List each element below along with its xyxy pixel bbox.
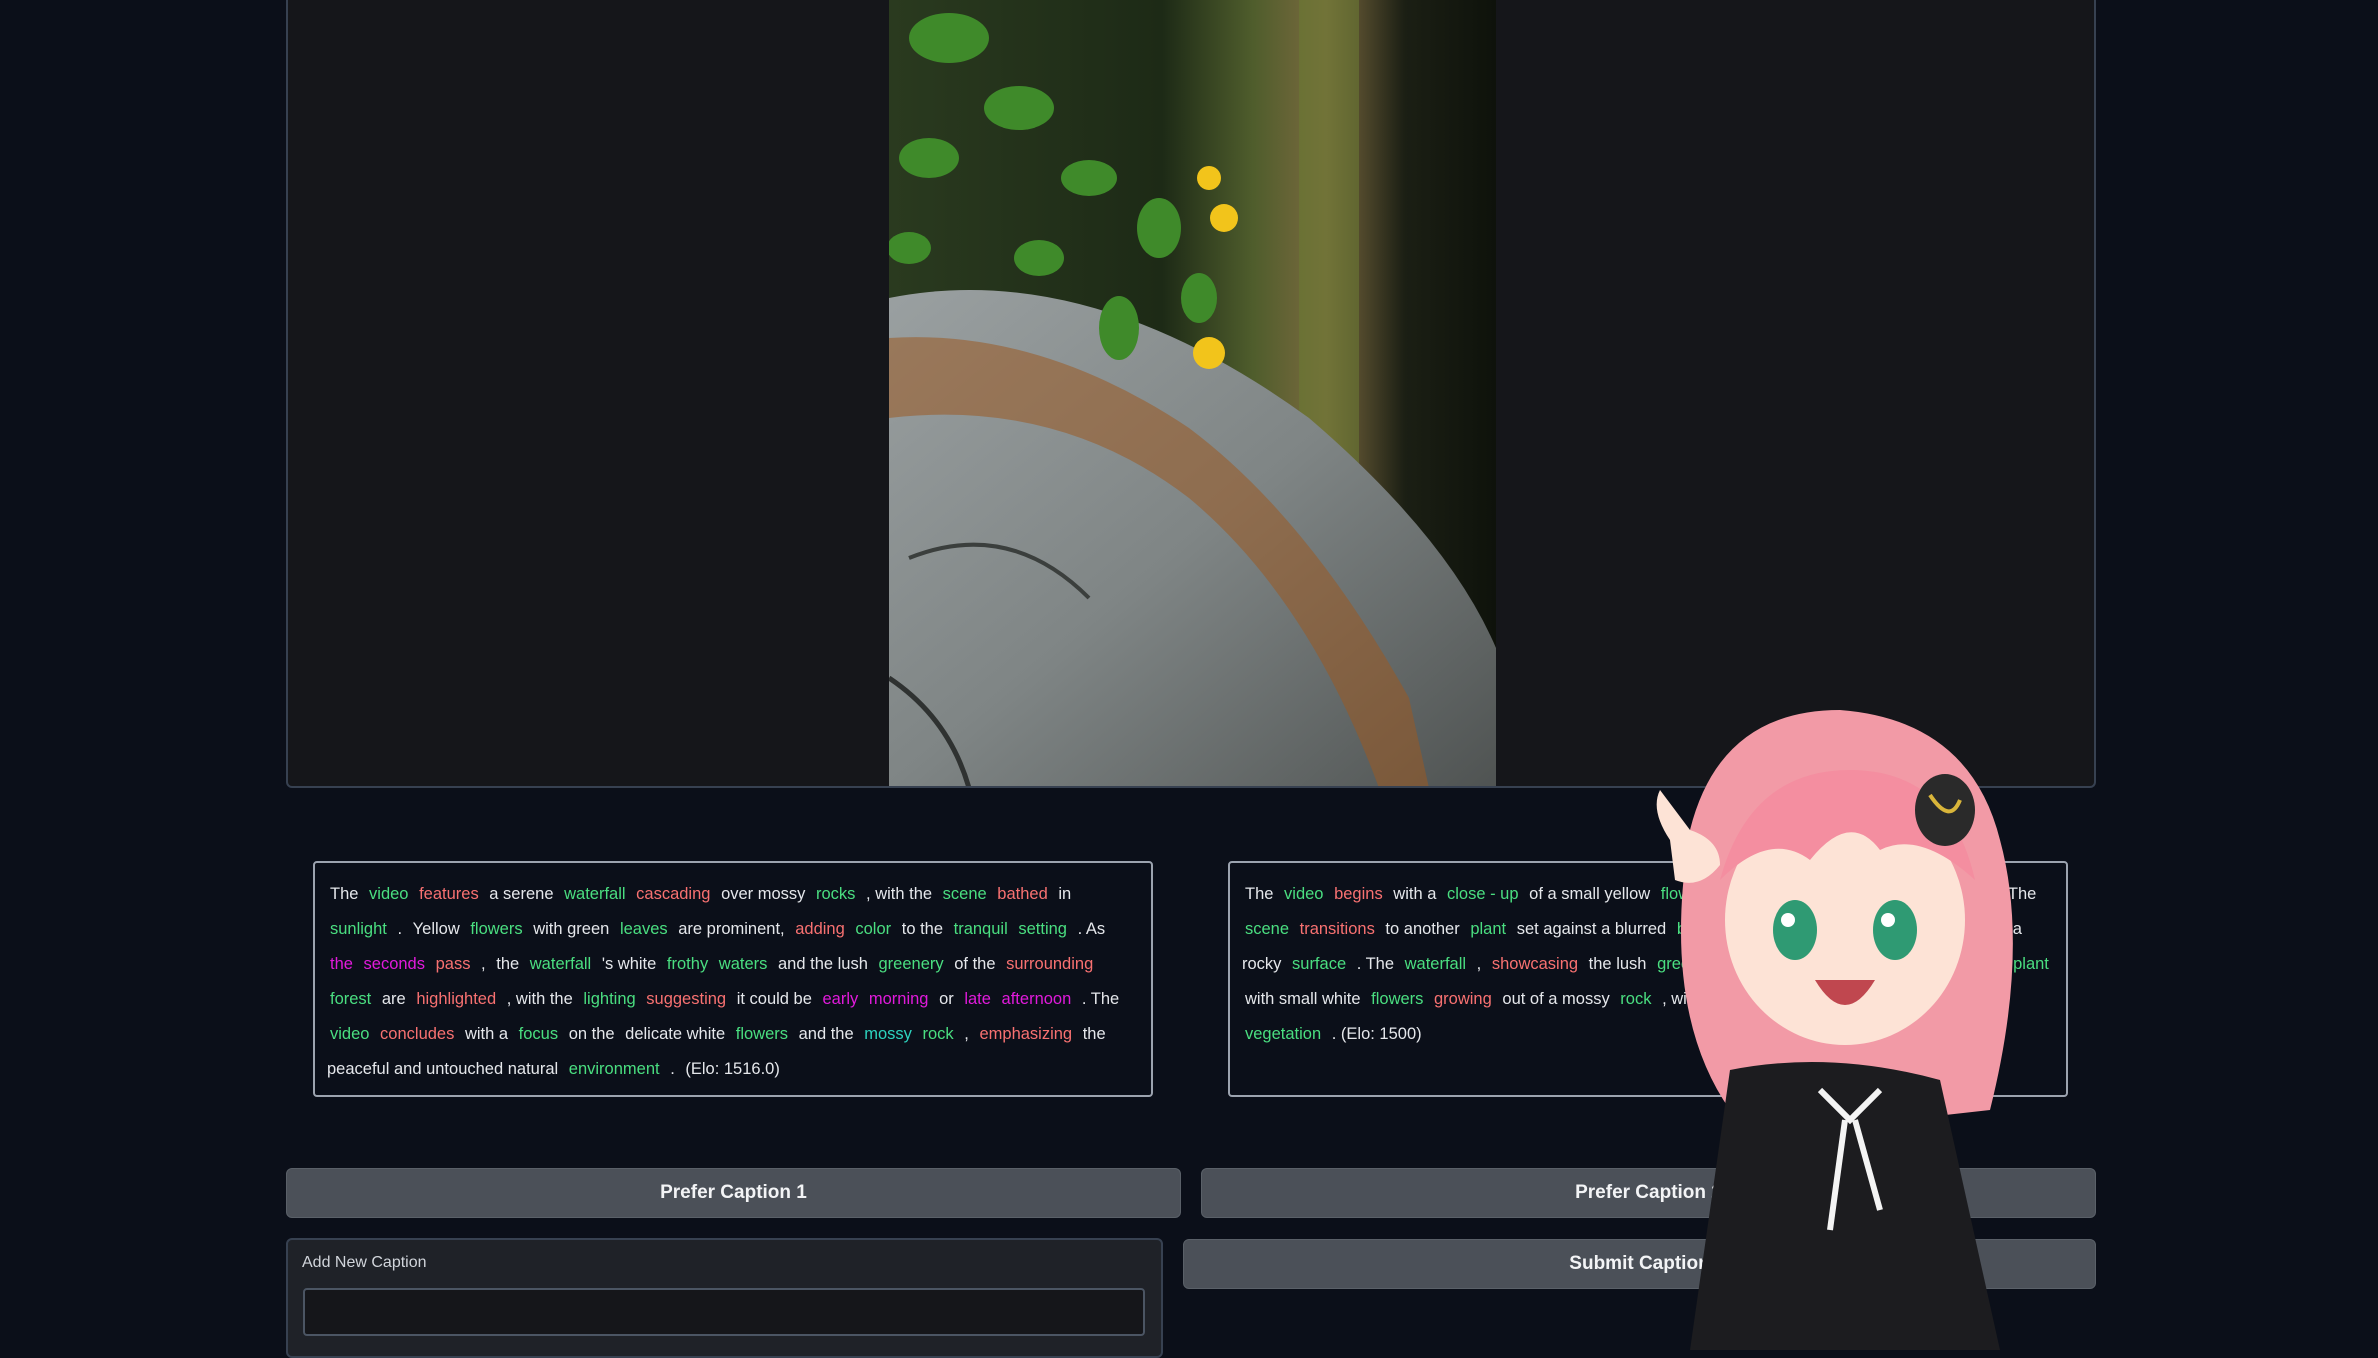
caption-token: forest	[330, 990, 372, 1008]
caption-token: pass	[435, 955, 471, 973]
caption-token: in	[1058, 885, 1072, 903]
caption-token: color	[855, 920, 892, 938]
caption-token: lighting	[583, 990, 636, 1008]
mascot-image	[1656, 710, 2013, 1350]
caption-token: waters	[718, 955, 768, 973]
caption-token: sunlight	[330, 920, 387, 938]
caption-token: plant	[1470, 920, 1507, 938]
caption-token: on the	[568, 1025, 615, 1043]
caption-token: surrounding	[1006, 955, 1094, 973]
caption-token: showcasing	[1491, 955, 1579, 973]
caption-token: vegetation	[1245, 1025, 1322, 1043]
caption-token: rock	[922, 1025, 954, 1043]
caption-token: highlighted	[416, 990, 497, 1008]
caption-token: begins	[1334, 885, 1383, 903]
caption-token: the	[496, 955, 520, 973]
caption-token: (Elo: 1516.0)	[685, 1060, 780, 1078]
caption-token: adding	[795, 920, 845, 938]
caption-token: .	[397, 920, 403, 938]
caption-token: and the lush	[778, 955, 868, 973]
caption-token: flowers	[735, 1025, 788, 1043]
caption-token: leaves	[619, 920, 668, 938]
caption-token: , with the	[506, 990, 573, 1008]
caption-token: morning	[868, 990, 929, 1008]
caption-token: mossy	[864, 1025, 912, 1043]
caption-token: growing	[1434, 990, 1492, 1008]
add-caption-panel: Add New Caption	[286, 1238, 1163, 1358]
caption-token: the	[330, 955, 353, 973]
anime-mascot-overlay	[1580, 690, 2080, 1350]
caption-token: late	[964, 990, 991, 1008]
caption-token: of the	[954, 955, 996, 973]
caption-token: focus	[518, 1025, 559, 1043]
caption-token: transitions	[1299, 920, 1375, 938]
caption-token: frothy	[666, 955, 709, 973]
caption-token: suggesting	[646, 990, 727, 1008]
caption-token: ,	[1476, 955, 1482, 973]
caption-token: over mossy	[721, 885, 806, 903]
caption-token: , with the	[866, 885, 933, 903]
caption-token: emphasizing	[979, 1025, 1073, 1043]
caption-token: to the	[901, 920, 944, 938]
caption-token: a serene	[489, 885, 554, 903]
caption-token: video	[1284, 885, 1324, 903]
caption-token: are prominent,	[678, 920, 785, 938]
caption-token: concludes	[380, 1025, 455, 1043]
caption-token: tranquil	[953, 920, 1008, 938]
caption-token: cascading	[636, 885, 711, 903]
caption-token: features	[419, 885, 479, 903]
caption-token: or	[939, 990, 954, 1008]
caption-token: and the	[798, 1025, 854, 1043]
caption-token: The	[330, 885, 359, 903]
caption-token: scene	[942, 885, 987, 903]
caption-token: seconds	[363, 955, 425, 973]
caption-token: greenery	[878, 955, 944, 973]
caption-token: . The	[1356, 955, 1395, 973]
caption-token: The	[1245, 885, 1274, 903]
caption-token: with small white	[1245, 990, 1361, 1008]
caption-token: bathed	[997, 885, 1048, 903]
caption-token: with a	[1393, 885, 1437, 903]
caption-token: close - up	[1447, 885, 1519, 903]
caption-token: scene	[1245, 920, 1290, 938]
caption-token: flowers	[1371, 990, 1424, 1008]
caption-token: waterfall	[1404, 955, 1467, 973]
caption-token: surface	[1292, 955, 1347, 973]
caption-token: it could be	[736, 990, 812, 1008]
caption-token: video	[330, 1025, 370, 1043]
caption-token: . As	[1077, 920, 1106, 938]
caption-token: are	[381, 990, 406, 1008]
video-image	[889, 0, 1496, 786]
add-caption-input[interactable]	[303, 1288, 1145, 1336]
prefer-caption-1-button[interactable]: Prefer Caption 1	[286, 1168, 1181, 1218]
add-caption-label: Add New Caption	[302, 1254, 427, 1271]
caption-token: 's white	[601, 955, 657, 973]
caption-token: ,	[964, 1025, 969, 1043]
caption-token: Yellow	[412, 920, 460, 938]
caption-token: rocks	[816, 885, 856, 903]
caption-token: with green	[533, 920, 610, 938]
caption-token: afternoon	[1001, 990, 1072, 1008]
caption-token: to another	[1385, 920, 1460, 938]
caption-token: delicate white	[625, 1025, 726, 1043]
video-frame[interactable]	[889, 0, 1496, 786]
caption-1-box: The video features a serene waterfall ca…	[313, 861, 1153, 1097]
caption-token: . (Elo: 1500)	[1331, 1025, 1422, 1043]
caption-token: environment	[568, 1060, 660, 1078]
caption-token: .	[670, 1060, 675, 1078]
video-panel	[286, 0, 2096, 788]
caption-token: early	[822, 990, 859, 1008]
caption-token: ,	[481, 955, 486, 973]
caption-token: waterfall	[529, 955, 592, 973]
caption-token: setting	[1018, 920, 1067, 938]
caption-token: with a	[464, 1025, 509, 1043]
caption-token: waterfall	[564, 885, 626, 903]
caption-token: flowers	[470, 920, 523, 938]
caption-token: . The	[1081, 990, 1120, 1008]
caption-token: video	[369, 885, 409, 903]
